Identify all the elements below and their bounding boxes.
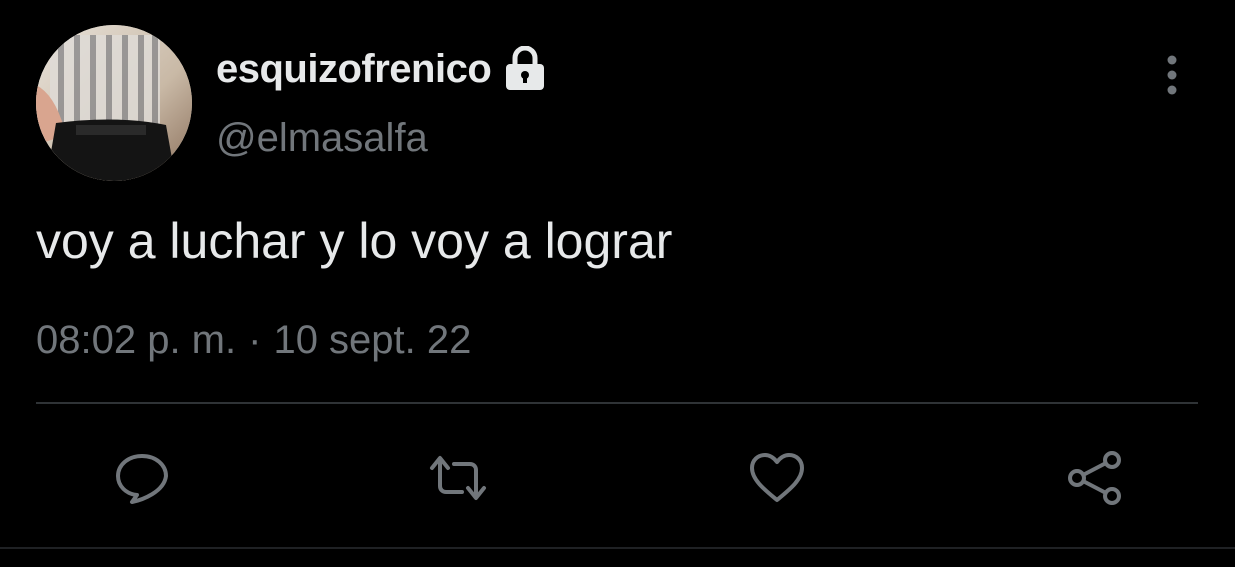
reply-button[interactable]	[110, 446, 174, 510]
heart-icon	[750, 453, 804, 502]
timestamp[interactable]: 08:02 p. m. · 10 sept. 22	[36, 318, 471, 363]
name-row: esquizofrenico	[216, 44, 547, 94]
tweet-card: esquizofrenico @elmasalfa voy a luchar y…	[0, 0, 1235, 567]
avatar[interactable]	[36, 25, 192, 181]
tweet-date: 10 sept. 22	[273, 318, 472, 362]
timestamp-separator: ·	[248, 318, 262, 362]
lock-icon	[503, 45, 547, 92]
more-options-icon[interactable]	[1160, 52, 1184, 98]
retweet-icon	[430, 456, 486, 500]
divider	[36, 402, 1198, 404]
like-button[interactable]	[745, 446, 809, 510]
tweet-time: 08:02 p. m.	[36, 318, 237, 362]
reply-icon	[116, 454, 168, 504]
retweet-button[interactable]	[426, 446, 490, 510]
user-handle[interactable]: @elmasalfa	[216, 116, 428, 161]
share-button[interactable]	[1062, 446, 1126, 510]
avatar-image	[36, 25, 192, 181]
bottom-divider	[0, 547, 1235, 549]
tweet-text: voy a luchar y lo voy a lograr	[36, 213, 673, 269]
share-icon	[1068, 451, 1121, 505]
display-name[interactable]: esquizofrenico	[216, 47, 492, 92]
